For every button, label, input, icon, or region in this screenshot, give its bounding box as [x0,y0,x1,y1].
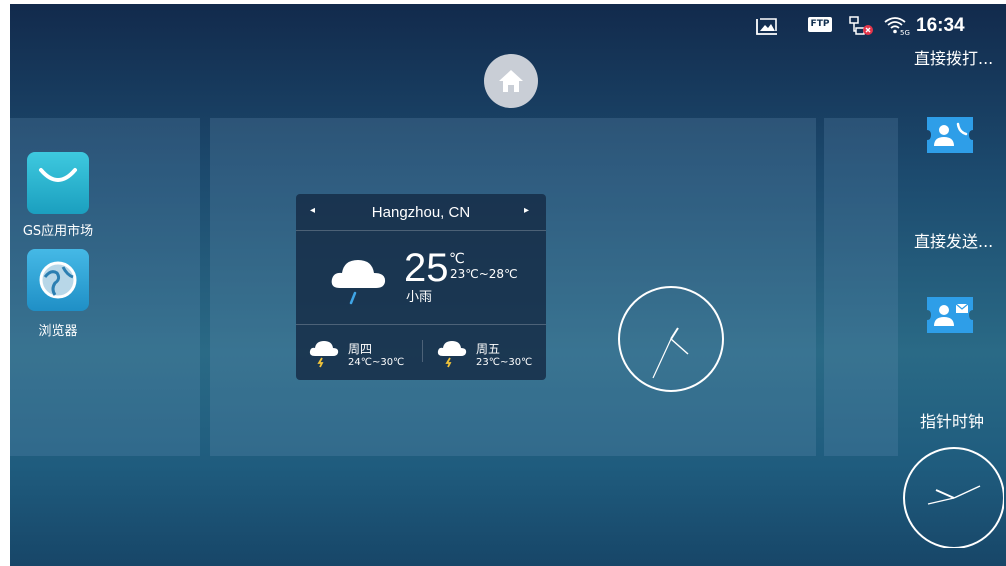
wifi-5g-icon: 5G [884,16,910,41]
weather-widget[interactable]: ◂ Hangzhou, CN ▸ 25 ℃ 23℃~28℃ 小雨 周四 24℃~… [296,194,546,380]
forecast-range-1: 24℃~30℃ [348,357,405,368]
forecast-day-2: 周五 [476,342,501,356]
current-temperature: 25 [404,246,449,290]
weather-condition: 小雨 [406,290,433,305]
home-button[interactable] [484,54,538,108]
gs-market-app-label[interactable]: GS应用市场 [10,220,106,239]
today-temperature-range: 23℃~28℃ [450,267,518,281]
market-bag-icon [39,168,77,182]
workspace-panel-right[interactable] [824,118,898,456]
network-disconnected-icon [848,16,874,41]
forecast-divider [422,340,423,362]
rain-cloud-icon [331,260,386,305]
analog-clock-label[interactable]: 指针时钟 [920,408,984,432]
forecast-range-2: 23℃~30℃ [476,357,533,368]
browser-app-icon[interactable] [27,249,89,311]
thunderstorm-icon [309,341,339,368]
next-city-arrow[interactable]: ▸ [524,205,529,216]
browser-app-label[interactable]: 浏览器 [10,320,106,339]
globe-icon [39,261,77,299]
direct-message-label[interactable]: 直接发送... [914,228,993,252]
temperature-unit: ℃ [449,251,465,267]
direct-message-icon[interactable] [924,294,976,336]
ftp-icon: FTP [808,17,832,32]
weather-city: Hangzhou, CN [371,204,471,221]
clock-time: 16:34 [916,15,965,36]
direct-dial-icon[interactable] [924,114,976,156]
launcher-screen: FTP 5G 16:34 GS应用市场 浏览器 ◂ Hangzhou, CN ▸… [10,4,1006,566]
forecast-day-1: 周四 [348,342,373,356]
svg-text:5G: 5G [900,29,910,36]
weather-divider-top [296,230,546,231]
analog-clock-icon[interactable] [900,444,1004,548]
picture-icon [755,16,779,41]
analog-clock-widget[interactable] [616,284,726,394]
status-bar: FTP 5G 16:34 [10,4,1006,44]
gs-market-app-icon[interactable] [27,152,89,214]
thunderstorm-icon [437,341,467,368]
weather-divider-bottom [296,324,546,325]
home-icon [499,70,523,92]
direct-dial-label[interactable]: 直接拨打... [914,45,993,69]
